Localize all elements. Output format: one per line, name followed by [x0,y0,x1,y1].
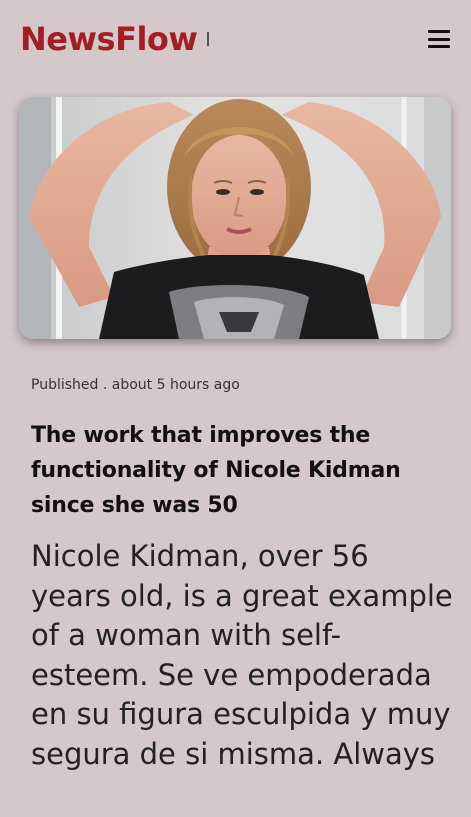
article-body: Nicole Kidman, over 56 years old, is a g… [31,539,453,771]
logo[interactable]: NewsFlow [20,19,198,59]
header-divider [207,32,209,46]
hamburger-menu-icon[interactable] [428,29,450,49]
header: NewsFlow [0,0,471,78]
article-title[interactable]: The work that improves the functionality… [31,418,451,523]
page: NewsFlow Published . about 5 hours ago T… [0,0,471,817]
published-time: Published . about 5 hours ago [31,377,240,393]
article-photo [19,97,451,339]
article-image[interactable] [19,97,451,339]
